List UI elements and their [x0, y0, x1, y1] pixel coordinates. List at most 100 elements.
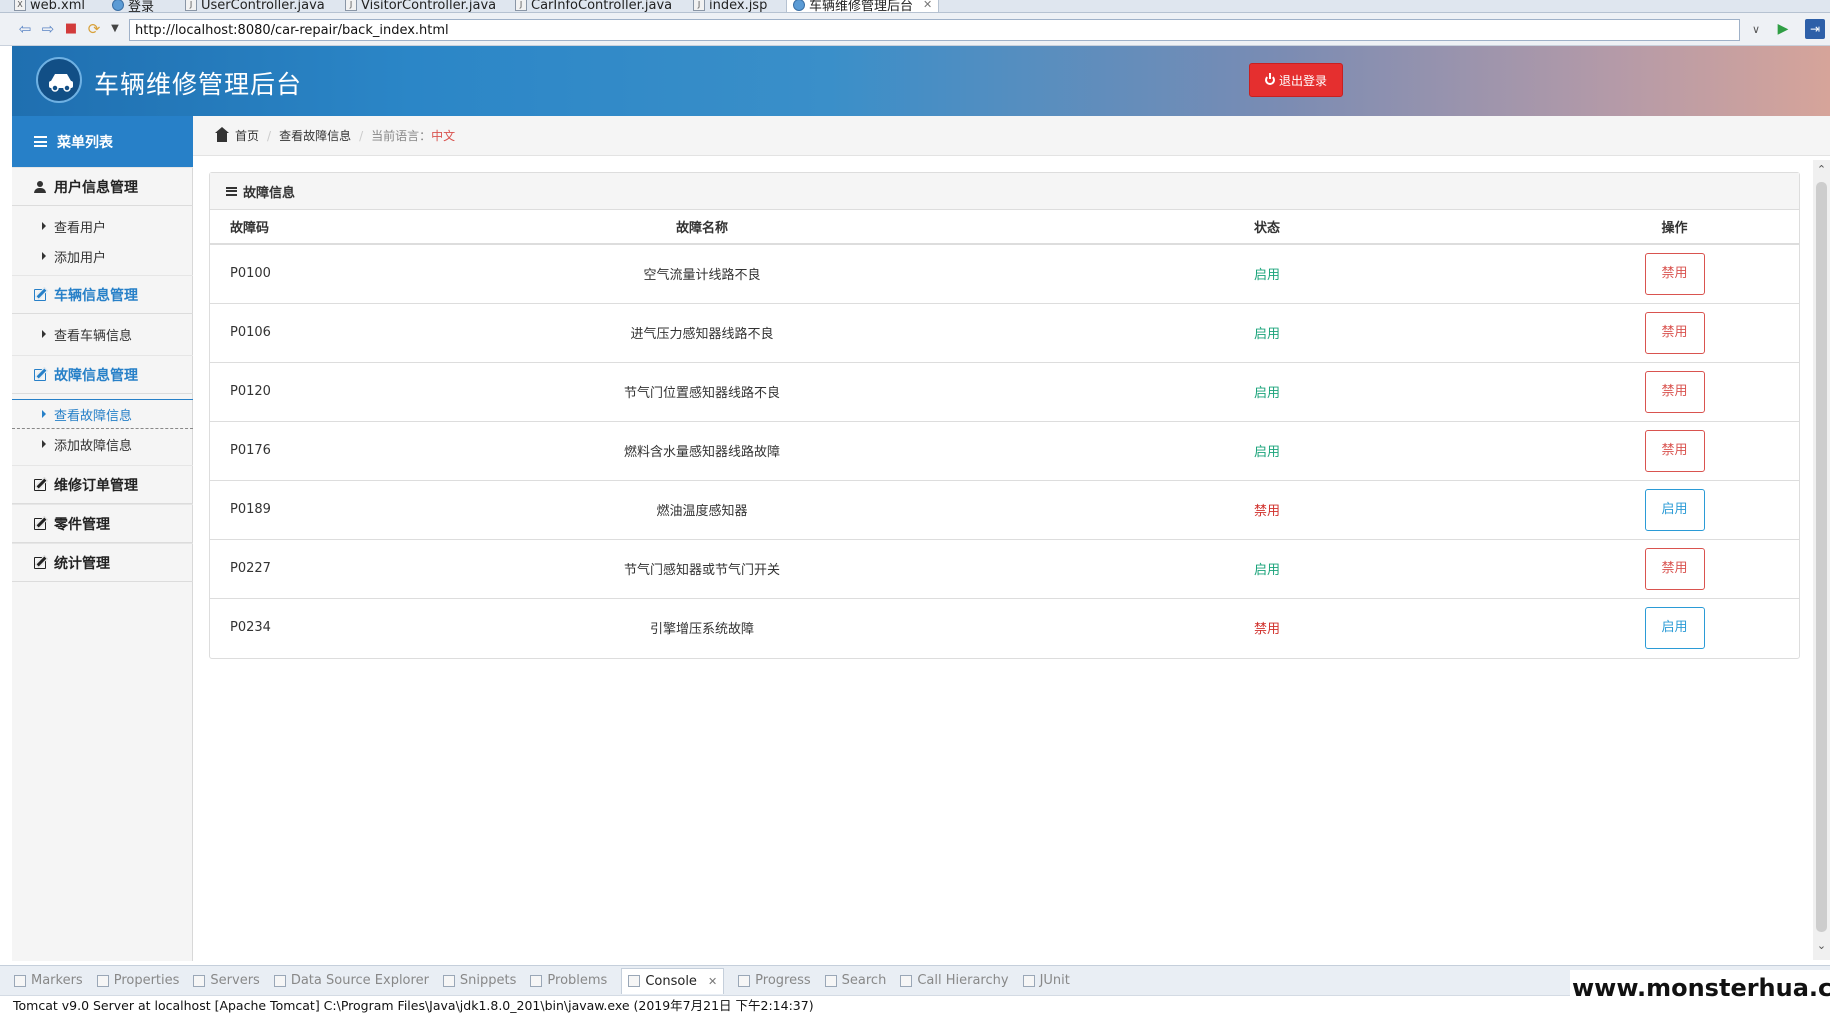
table-row: P0106 进气压力感知器线路不良 启用 禁用: [210, 302, 1799, 362]
status-cell: 启用: [984, 420, 1550, 480]
tab-junit[interactable]: JUnit: [1022, 973, 1070, 988]
table-row: P0176 燃料含水量感知器线路故障 启用 禁用: [210, 420, 1799, 480]
forward-arrow-icon[interactable]: ⇨: [39, 20, 57, 38]
caret-right-icon: [42, 440, 46, 448]
xml-file-icon: X: [14, 0, 26, 11]
tab-call-hierarchy[interactable]: Call Hierarchy: [900, 973, 1009, 988]
language-value[interactable]: 中文: [431, 129, 455, 143]
enable-button[interactable]: 启用: [1644, 606, 1705, 649]
logout-button[interactable]: 退出登录: [1249, 63, 1343, 97]
tab-snippets[interactable]: Snippets: [442, 973, 516, 988]
properties-icon: [96, 974, 109, 987]
scroll-down-icon[interactable]: ⌄: [1816, 940, 1827, 951]
breadcrumb-separator: /: [359, 128, 364, 143]
user-icon: [34, 180, 46, 193]
tab-console[interactable]: Console ✕: [621, 967, 725, 994]
editor-tab-web-xml[interactable]: X web.xml: [14, 0, 85, 12]
disable-button[interactable]: 禁用: [1644, 370, 1705, 413]
search-icon: [824, 974, 837, 987]
sidebar-group-fault-info[interactable]: 故障信息管理: [12, 355, 193, 394]
status-cell: 启用: [984, 538, 1550, 598]
sidebar-item-view-users[interactable]: 查看用户: [12, 211, 193, 241]
table-header-row: 故障码 故障名称 状态 操作: [210, 210, 1799, 245]
fault-code-cell: P0176: [210, 420, 420, 480]
editor-tab-back-index[interactable]: 车辆维修管理后台 ✕: [786, 0, 940, 12]
panel-heading: 故障信息: [210, 173, 1799, 210]
globe-icon: [793, 0, 805, 11]
status-cell: 启用: [984, 302, 1550, 362]
close-icon[interactable]: ✕: [923, 0, 932, 11]
console-icon: [628, 975, 641, 987]
status-cell: 启用: [984, 361, 1550, 421]
close-icon[interactable]: ✕: [708, 975, 717, 988]
edit-icon: [34, 517, 46, 530]
sidebar-item-view-faults[interactable]: 查看故障信息: [12, 399, 193, 429]
column-header-name: 故障名称: [420, 210, 984, 245]
fault-code-cell: P0120: [210, 361, 420, 421]
disable-button[interactable]: 禁用: [1644, 547, 1705, 590]
back-arrow-icon[interactable]: ⇦: [16, 20, 34, 38]
fault-name-cell: 进气压力感知器线路不良: [420, 302, 984, 362]
breadcrumb-separator: /: [267, 128, 272, 143]
caret-right-icon: [42, 410, 46, 418]
editor-tab-usercontroller[interactable]: J UserController.java: [185, 0, 325, 12]
breadcrumb-home-link[interactable]: 首页: [235, 127, 259, 144]
sidebar-item-add-fault[interactable]: 添加故障信息: [12, 429, 193, 459]
enable-button[interactable]: 启用: [1644, 488, 1705, 531]
vertical-scrollbar[interactable]: ⌃ ⌄: [1813, 160, 1830, 960]
scrollbar-thumb[interactable]: [1816, 182, 1827, 932]
tab-servers[interactable]: Servers: [193, 973, 260, 988]
console-tab-bar: Markers Properties Servers Data Source E…: [0, 965, 1830, 995]
disable-button[interactable]: 禁用: [1644, 311, 1705, 354]
java-file-icon: J: [185, 0, 197, 11]
stop-icon[interactable]: ■: [62, 20, 80, 38]
column-header-action: 操作: [1550, 210, 1799, 245]
url-input[interactable]: [129, 19, 1740, 41]
tab-problems[interactable]: Problems: [530, 973, 607, 988]
sidebar: 菜单列表 用户信息管理 查看用户 添加用户 车辆信息管理 查看车辆信息 故障信息…: [12, 116, 193, 961]
scroll-up-icon[interactable]: ⌃: [1816, 164, 1827, 175]
disable-button[interactable]: 禁用: [1644, 252, 1705, 295]
globe-icon: [112, 0, 124, 11]
status-cell: 禁用: [984, 479, 1550, 539]
column-header-status: 状态: [984, 210, 1550, 245]
tab-search[interactable]: Search: [824, 973, 886, 988]
chevron-down-icon[interactable]: ▼: [106, 20, 124, 38]
console-output: Tomcat v9.0 Server at localhost [Apache …: [0, 995, 1830, 1020]
sidebar-item-view-vehicles[interactable]: 查看车辆信息: [12, 319, 193, 349]
editor-tab-visitorcontroller[interactable]: J VisitorController.java: [345, 0, 496, 12]
sidebar-group-user-info[interactable]: 用户信息管理: [12, 167, 193, 206]
edit-icon: [34, 288, 46, 301]
power-icon: [1264, 73, 1275, 85]
fault-code-cell: P0234: [210, 597, 420, 657]
open-external-icon[interactable]: ⇥: [1805, 19, 1825, 39]
editor-tab-index-jsp[interactable]: J index.jsp: [693, 0, 767, 12]
go-icon[interactable]: ▶: [1775, 21, 1791, 37]
url-dropdown-icon[interactable]: ∨: [1752, 23, 1760, 36]
sidebar-item-add-user[interactable]: 添加用户: [12, 241, 193, 271]
sidebar-group-parts[interactable]: 零件管理: [12, 504, 193, 543]
fault-name-cell: 燃料含水量感知器线路故障: [420, 420, 984, 480]
list-icon: [226, 186, 237, 196]
language-label: 当前语言：: [371, 129, 432, 143]
disable-button[interactable]: 禁用: [1644, 429, 1705, 472]
breadcrumb-current: 查看故障信息: [279, 129, 352, 143]
sidebar-group-statistics[interactable]: 统计管理: [12, 543, 193, 582]
call-hierarchy-icon: [900, 974, 913, 987]
browser-toolbar: ⇦ ⇨ ■ ⟳ ▼ ∨ ▶ ⇥: [0, 13, 1830, 46]
tab-progress[interactable]: Progress: [738, 973, 811, 988]
sidebar-group-repair-orders[interactable]: 维修订单管理: [12, 465, 193, 504]
tab-data-source-explorer[interactable]: Data Source Explorer: [273, 973, 429, 988]
editor-tab-carinfocontroller[interactable]: J CarInfoController.java: [515, 0, 672, 12]
snippets-icon: [442, 974, 455, 987]
java-file-icon: J: [345, 0, 357, 11]
sidebar-group-vehicle-info[interactable]: 车辆信息管理: [12, 275, 193, 314]
tab-properties[interactable]: Properties: [96, 973, 179, 988]
table-row: P0189 燃油温度感知器 禁用 启用: [210, 479, 1799, 539]
editor-tab-login[interactable]: 登录: [112, 0, 154, 12]
tab-markers[interactable]: Markers: [14, 973, 83, 988]
refresh-icon[interactable]: ⟳: [85, 20, 103, 38]
fault-name-cell: 节气门位置感知器线路不良: [420, 361, 984, 421]
problems-icon: [530, 974, 543, 987]
breadcrumb: 首页 / 查看故障信息 / 当前语言：中文: [193, 116, 1830, 156]
